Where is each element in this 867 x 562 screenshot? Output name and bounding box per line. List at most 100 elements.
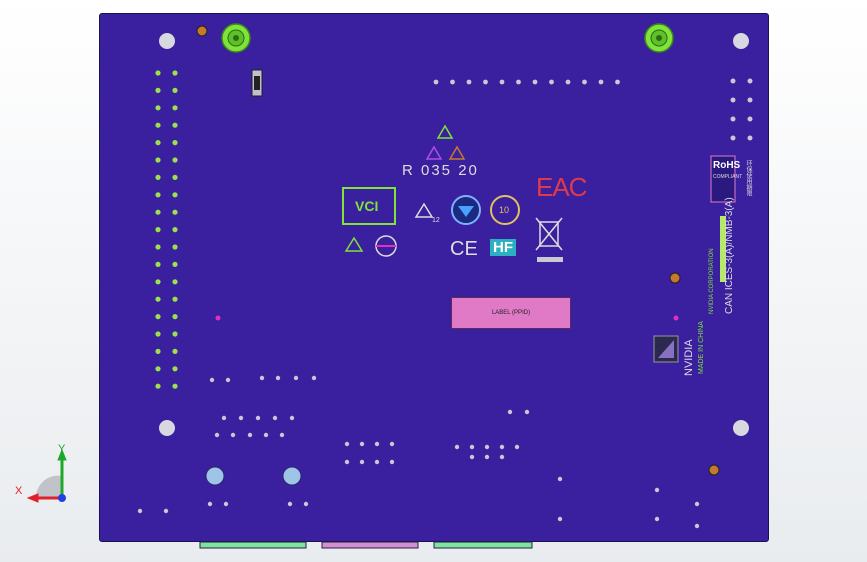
header-pad xyxy=(172,122,178,128)
header-pad xyxy=(155,366,161,372)
misc-pad xyxy=(272,415,278,421)
header-pad xyxy=(172,348,178,354)
header-pad xyxy=(172,209,178,215)
header-pad xyxy=(172,383,178,389)
header-pad xyxy=(172,314,178,320)
header-pad xyxy=(155,105,161,111)
header-pad xyxy=(155,70,161,76)
bottom-connector xyxy=(199,541,307,549)
top-pad xyxy=(483,79,488,85)
top-pad xyxy=(532,79,538,85)
top-pad xyxy=(499,79,505,85)
top-pad xyxy=(466,79,472,85)
misc-pad xyxy=(344,459,350,465)
header-pad xyxy=(172,140,178,146)
top-pad xyxy=(582,79,587,85)
right-pad xyxy=(730,116,736,122)
header-pad xyxy=(155,87,161,93)
misc-pad xyxy=(484,444,490,450)
top-pad xyxy=(516,79,521,85)
misc-pad xyxy=(694,501,700,507)
misc-pad xyxy=(484,454,490,460)
misc-pad xyxy=(469,444,475,450)
rohs-title: RoHS xyxy=(713,160,741,171)
standoff-left xyxy=(221,23,251,53)
misc-pad xyxy=(255,415,261,421)
mount-hole-br xyxy=(733,420,749,436)
header-pad xyxy=(155,174,161,180)
footprint-round xyxy=(205,466,225,486)
date-code: R 035 20 xyxy=(402,162,479,179)
bottom-connector xyxy=(433,541,533,549)
via-orange xyxy=(196,25,208,37)
misc-pad xyxy=(214,432,220,438)
misc-pad xyxy=(223,501,229,507)
header-pad xyxy=(172,174,178,180)
vci-text: VCI xyxy=(355,198,379,214)
misc-pad xyxy=(524,409,530,415)
misc-pad xyxy=(275,375,281,381)
misc-pad xyxy=(389,459,395,465)
header-pad xyxy=(155,140,161,146)
header-pad xyxy=(172,261,178,267)
misc-pad xyxy=(209,377,215,383)
bottom-connector xyxy=(321,541,419,549)
hf-mark: HF xyxy=(490,239,516,256)
right-pad xyxy=(747,135,753,141)
header-pad xyxy=(172,192,178,198)
misc-pad xyxy=(344,441,350,447)
misc-pad xyxy=(207,501,213,507)
recycle-number: 10 xyxy=(499,205,510,215)
header-pad xyxy=(155,244,161,250)
header-pad xyxy=(172,331,178,337)
cad-viewport[interactable]: R 035 20 VCI EAC 10 12 CE HF LABEL (PPID… xyxy=(0,0,867,562)
header-pad xyxy=(172,227,178,233)
made-in-text: MADE IN CHINA xyxy=(698,321,705,374)
misc-pad xyxy=(694,523,700,529)
right-pad xyxy=(730,78,736,84)
rohs-subtext: COMPLIANT xyxy=(713,174,743,180)
misc-pad xyxy=(359,459,365,465)
header-pad xyxy=(172,279,178,285)
misc-pad xyxy=(163,508,169,514)
header-pad xyxy=(155,261,161,267)
eac-mark: EAC xyxy=(536,172,587,202)
nvidia-text: NVIDIA xyxy=(683,339,695,376)
misc-pad xyxy=(287,501,293,507)
misc-pad xyxy=(507,409,513,415)
mount-hole-tl xyxy=(159,33,175,49)
misc-pad xyxy=(514,444,520,450)
header-pad xyxy=(155,279,161,285)
header-pad xyxy=(172,296,178,302)
ce-mark: CE xyxy=(450,238,478,260)
header-pad xyxy=(172,366,178,372)
right-pad xyxy=(747,97,753,103)
triad-y-label: Y xyxy=(58,443,66,455)
weee-bar xyxy=(537,257,563,262)
header-pad xyxy=(155,122,161,128)
top-pad xyxy=(615,79,620,85)
misc-pad xyxy=(293,375,299,381)
misc-pad xyxy=(225,377,231,383)
misc-pad xyxy=(311,375,317,381)
right-pad xyxy=(747,116,753,122)
via-orange xyxy=(669,272,681,284)
nvidia-logo xyxy=(653,335,679,363)
view-triad[interactable]: Y X xyxy=(14,440,74,510)
misc-pad xyxy=(557,516,563,522)
ppid-label-text: LABEL (PPID) xyxy=(491,310,531,316)
misc-pad xyxy=(499,444,505,450)
misc-pad xyxy=(374,459,380,465)
misc-pad xyxy=(238,415,244,421)
misc-pad xyxy=(374,441,380,447)
misc-pad xyxy=(654,487,660,493)
misc-pad xyxy=(230,432,236,438)
header-pad xyxy=(172,105,178,111)
header-pad xyxy=(172,87,178,93)
header-pad xyxy=(155,192,161,198)
right-pad xyxy=(730,135,736,141)
misc-pad xyxy=(654,516,660,522)
header-pad xyxy=(155,227,161,233)
header-pad xyxy=(155,314,161,320)
misc-pad xyxy=(137,508,143,514)
